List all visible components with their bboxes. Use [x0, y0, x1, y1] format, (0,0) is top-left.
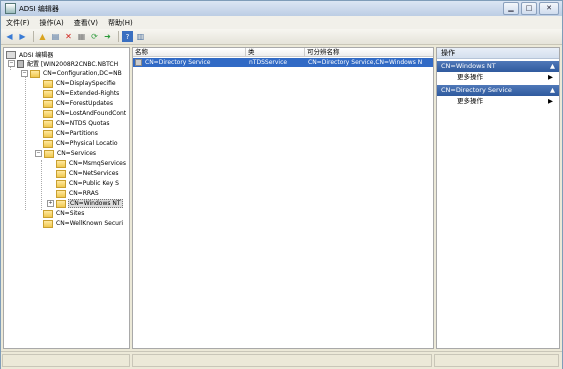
collapse-caret-icon[interactable]: ▲ — [550, 61, 555, 72]
tree-item[interactable]: CN=Sites — [55, 210, 85, 217]
submenu-arrow-icon: ▶ — [548, 73, 553, 81]
row-dn: CN=Directory Service,CN=Windows N — [308, 59, 423, 66]
status-bar — [1, 351, 562, 369]
folder-icon — [43, 129, 53, 138]
tree-config[interactable]: 配置 [WIN2008R2CNBC.NBTCH — [26, 59, 119, 68]
folder-icon — [43, 99, 53, 108]
folder-icon — [43, 219, 53, 228]
folder-icon — [56, 159, 66, 168]
export-list-icon[interactable]: ➜ — [102, 31, 113, 42]
list-row-selected[interactable]: CN=Directory Service nTDSService CN=Dire… — [133, 58, 433, 67]
tree-item[interactable]: CN=NTDS Quotas — [55, 120, 111, 127]
window-title: ADSI 编辑器 — [19, 4, 59, 13]
delete-icon[interactable]: ✕ — [63, 31, 74, 42]
list-pane[interactable]: 名称 类 可分辨名称 CN=Directory Service nTDSServ… — [132, 47, 434, 349]
more-actions-label: 更多操作 — [457, 73, 483, 81]
tree-item[interactable]: CN=NetServices — [68, 170, 120, 177]
more-actions-label: 更多操作 — [457, 97, 483, 105]
up-folder-icon[interactable]: ▲ — [37, 31, 48, 42]
folder-icon — [56, 179, 66, 188]
folder-icon — [30, 69, 40, 78]
status-cell — [434, 354, 559, 367]
actions-header: 操作 — [437, 48, 559, 59]
folder-icon — [43, 109, 53, 118]
menu-action[interactable]: 操作(A) — [35, 18, 69, 28]
app-icon — [5, 3, 16, 14]
status-cell — [2, 354, 130, 367]
expand-icon[interactable]: + — [47, 200, 54, 207]
section-title: CN=Directory Service — [441, 86, 512, 94]
tree-configuration-dn[interactable]: CN=Configuration,DC=NB — [42, 70, 123, 77]
actions-pane: 操作 CN=Windows NT ▲ 更多操作 ▶ CN=Directory S… — [436, 47, 560, 349]
toolbar: ◀ ▶ ▲ ▤ ✕ ▦ ⟳ ➜ ? ▥ — [1, 29, 562, 45]
show-hide-tree-icon[interactable]: ▤ — [50, 31, 61, 42]
object-icon — [135, 59, 142, 66]
back-icon[interactable]: ◀ — [4, 31, 15, 42]
adsi-root-icon — [6, 50, 16, 59]
close-button[interactable]: ✕ — [539, 2, 559, 15]
title-bar[interactable]: ADSI 编辑器 ▁ □ ✕ — [1, 1, 562, 16]
tree-item[interactable]: CN=LostAndFoundCont — [55, 110, 127, 117]
action-section-directory-service[interactable]: CN=Directory Service ▲ — [437, 85, 559, 96]
tree-pane[interactable]: ADSI 编辑器 − 配置 [WIN2008R2CNBC.NBTCH − CN=… — [3, 47, 130, 349]
tree-windows-nt[interactable]: CN=Windows NT — [68, 199, 123, 208]
collapse-icon[interactable]: − — [8, 60, 15, 67]
status-cell — [132, 354, 432, 367]
row-class: nTDSService — [249, 59, 288, 66]
tree-item[interactable]: CN=MsmqServices — [68, 160, 127, 167]
column-header-name[interactable]: 名称 — [133, 48, 246, 57]
menu-view[interactable]: 查看(V) — [69, 18, 103, 28]
collapse-caret-icon[interactable]: ▲ — [550, 85, 555, 96]
collapse-icon[interactable]: − — [21, 70, 28, 77]
column-header-dn[interactable]: 可分辨名称 — [305, 48, 433, 57]
refresh-icon[interactable]: ⟳ — [89, 31, 100, 42]
tree-item[interactable]: CN=DisplaySpecifie — [55, 80, 117, 87]
action-section-windows-nt[interactable]: CN=Windows NT ▲ — [437, 61, 559, 72]
help-icon[interactable]: ? — [122, 31, 133, 42]
row-name: CN=Directory Service — [145, 59, 211, 66]
folder-icon — [56, 169, 66, 178]
tree-item[interactable]: CN=WellKnown Securi — [55, 220, 124, 227]
section-title: CN=Windows NT — [441, 62, 496, 70]
adsi-editor-window: ADSI 编辑器 ▁ □ ✕ 文件(F) 操作(A) 查看(V) 帮助(H) ◀… — [0, 0, 563, 369]
menu-bar: 文件(F) 操作(A) 查看(V) 帮助(H) — [1, 16, 562, 29]
tree-root[interactable]: ADSI 编辑器 — [18, 50, 54, 59]
tree-item[interactable]: CN=Public Key S — [68, 180, 120, 187]
folder-icon — [44, 149, 54, 158]
tree-services[interactable]: CN=Services — [56, 150, 97, 157]
folder-icon — [56, 199, 66, 208]
tree-item[interactable]: CN=Partitions — [55, 130, 99, 137]
folder-icon — [43, 119, 53, 128]
tree-item[interactable]: CN=ForestUpdates — [55, 100, 114, 107]
maximize-button[interactable]: □ — [521, 2, 537, 15]
folder-icon — [43, 89, 53, 98]
menu-help[interactable]: 帮助(H) — [103, 18, 138, 28]
menu-file[interactable]: 文件(F) — [1, 18, 35, 28]
show-action-pane-icon[interactable]: ▥ — [135, 31, 146, 42]
more-actions-item[interactable]: 更多操作 ▶ — [437, 96, 559, 107]
minimize-button[interactable]: ▁ — [503, 2, 519, 15]
forward-icon[interactable]: ▶ — [17, 31, 28, 42]
folder-icon — [43, 209, 53, 218]
properties-icon[interactable]: ▦ — [76, 31, 87, 42]
collapse-icon[interactable]: − — [35, 150, 42, 157]
submenu-arrow-icon: ▶ — [548, 97, 553, 105]
tree-item[interactable]: CN=Physical Locatio — [55, 140, 119, 147]
folder-icon — [43, 79, 53, 88]
column-header-class[interactable]: 类 — [246, 48, 305, 57]
folder-icon — [43, 139, 53, 148]
folder-icon — [56, 189, 66, 198]
server-icon — [17, 59, 24, 68]
tree-item[interactable]: CN=RRAS — [68, 190, 100, 197]
tree-item[interactable]: CN=Extended-Rights — [55, 90, 120, 97]
more-actions-item[interactable]: 更多操作 ▶ — [437, 72, 559, 83]
